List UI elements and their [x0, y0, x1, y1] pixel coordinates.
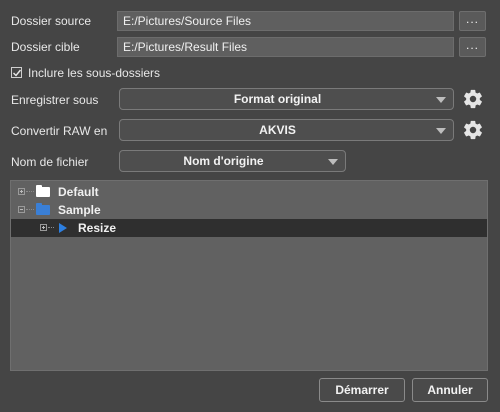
target-folder-label: Dossier cible [11, 40, 80, 54]
convert-raw-value: AKVIS [259, 123, 296, 137]
preset-tree[interactable]: Default Sample Resize [10, 180, 488, 371]
play-icon [59, 223, 67, 233]
filename-dropdown[interactable]: Nom d'origine [119, 150, 346, 172]
expand-icon[interactable] [18, 188, 25, 195]
filename-value: Nom d'origine [183, 154, 264, 168]
source-folder-field[interactable]: E:/Pictures/Source Files [117, 11, 454, 31]
target-folder-field[interactable]: E:/Pictures/Result Files [117, 37, 454, 57]
convert-raw-dropdown[interactable]: AKVIS [119, 119, 454, 141]
save-as-dropdown[interactable]: Format original [119, 88, 454, 110]
source-browse-button[interactable]: ... [459, 11, 486, 31]
source-folder-label: Dossier source [11, 14, 92, 28]
tree-node-resize[interactable]: Resize [11, 219, 487, 237]
collapse-icon[interactable] [18, 206, 25, 213]
filename-label: Nom de fichier [11, 155, 89, 169]
folder-icon [36, 185, 50, 197]
tree-node-label: Default [58, 185, 99, 199]
chevron-down-icon [436, 128, 446, 134]
tree-node-label: Sample [58, 203, 101, 217]
include-subfolders-checkbox[interactable] [11, 67, 22, 78]
gear-icon[interactable] [462, 119, 484, 141]
start-button[interactable]: Démarrer [319, 378, 405, 402]
chevron-down-icon [436, 97, 446, 103]
save-as-value: Format original [233, 92, 322, 106]
target-browse-button[interactable]: ... [459, 37, 486, 57]
expand-icon[interactable] [40, 224, 47, 231]
save-as-label: Enregistrer sous [11, 93, 99, 107]
include-subfolders-label: Inclure les sous-dossiers [28, 66, 161, 80]
checkmark-icon [13, 69, 22, 77]
cancel-button[interactable]: Annuler [412, 378, 488, 402]
tree-node-label: Resize [78, 221, 117, 235]
convert-raw-label: Convertir RAW en [11, 124, 108, 138]
chevron-down-icon [328, 159, 338, 165]
folder-icon [36, 203, 50, 215]
tree-node-default[interactable]: Default [11, 183, 487, 201]
gear-icon[interactable] [462, 88, 484, 110]
tree-node-sample[interactable]: Sample [11, 201, 487, 219]
